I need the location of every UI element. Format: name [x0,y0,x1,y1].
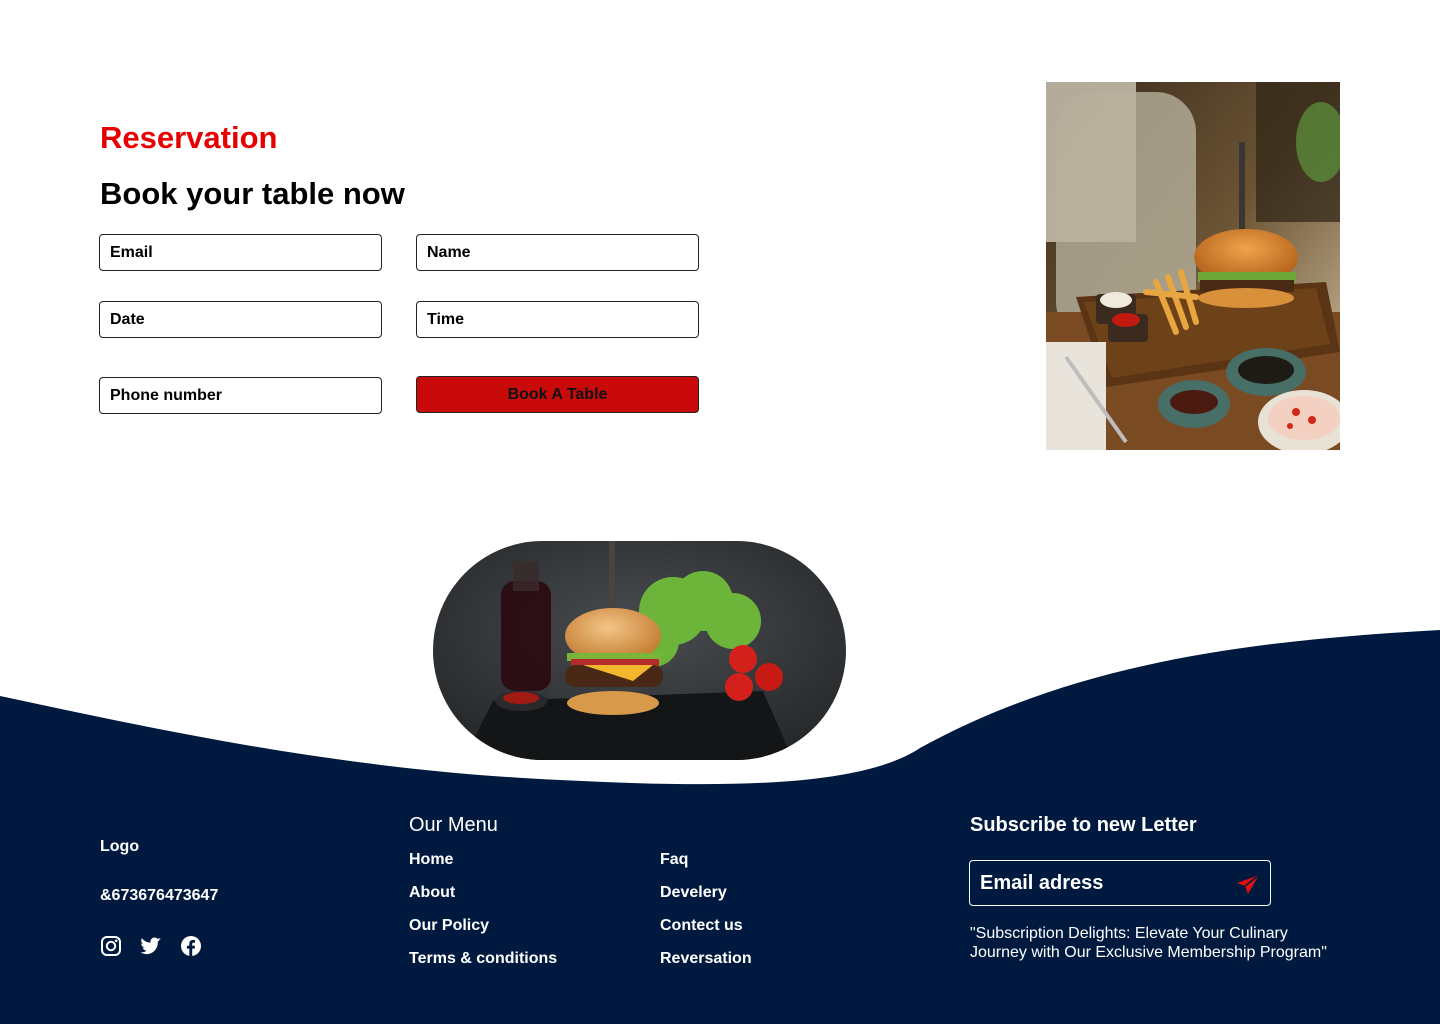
time-field[interactable] [416,301,699,338]
subscribe-email-input[interactable] [980,869,1220,897]
email-field[interactable] [99,234,382,271]
footer-link-reservation[interactable]: Reversation [660,950,752,968]
send-icon[interactable] [1236,873,1260,895]
burger-platter-image [1046,82,1340,450]
phone-field[interactable] [99,377,382,414]
date-field[interactable] [99,301,382,338]
subscribe-title: Subscribe to new Letter [970,814,1197,836]
footer-link-policy[interactable]: Our Policy [409,917,489,935]
page-title: Book your table now [100,176,405,211]
footer-link-contact[interactable]: Contect us [660,917,743,935]
footer-link-delivery[interactable]: Develery [660,884,727,902]
footer-link-terms[interactable]: Terms & conditions [409,950,557,968]
footer-link-home[interactable]: Home [409,851,453,869]
burger-slate-image [433,541,846,760]
footer-link-about[interactable]: About [409,884,455,902]
footer-link-faq[interactable]: Faq [660,851,688,869]
instagram-icon[interactable] [100,935,122,957]
footer-logo[interactable]: Logo [100,838,139,856]
book-table-button[interactable]: Book A Table [416,376,699,413]
facebook-icon[interactable] [180,935,202,957]
footer-menu-title: Our Menu [409,814,498,836]
section-eyebrow: Reservation [100,120,278,155]
name-field[interactable] [416,234,699,271]
subscribe-description: "Subscription Delights: Elevate Your Cul… [970,925,1327,961]
twitter-icon[interactable] [140,935,162,957]
footer-phone: &673676473647 [100,887,219,904]
subscribe-form [969,860,1271,906]
